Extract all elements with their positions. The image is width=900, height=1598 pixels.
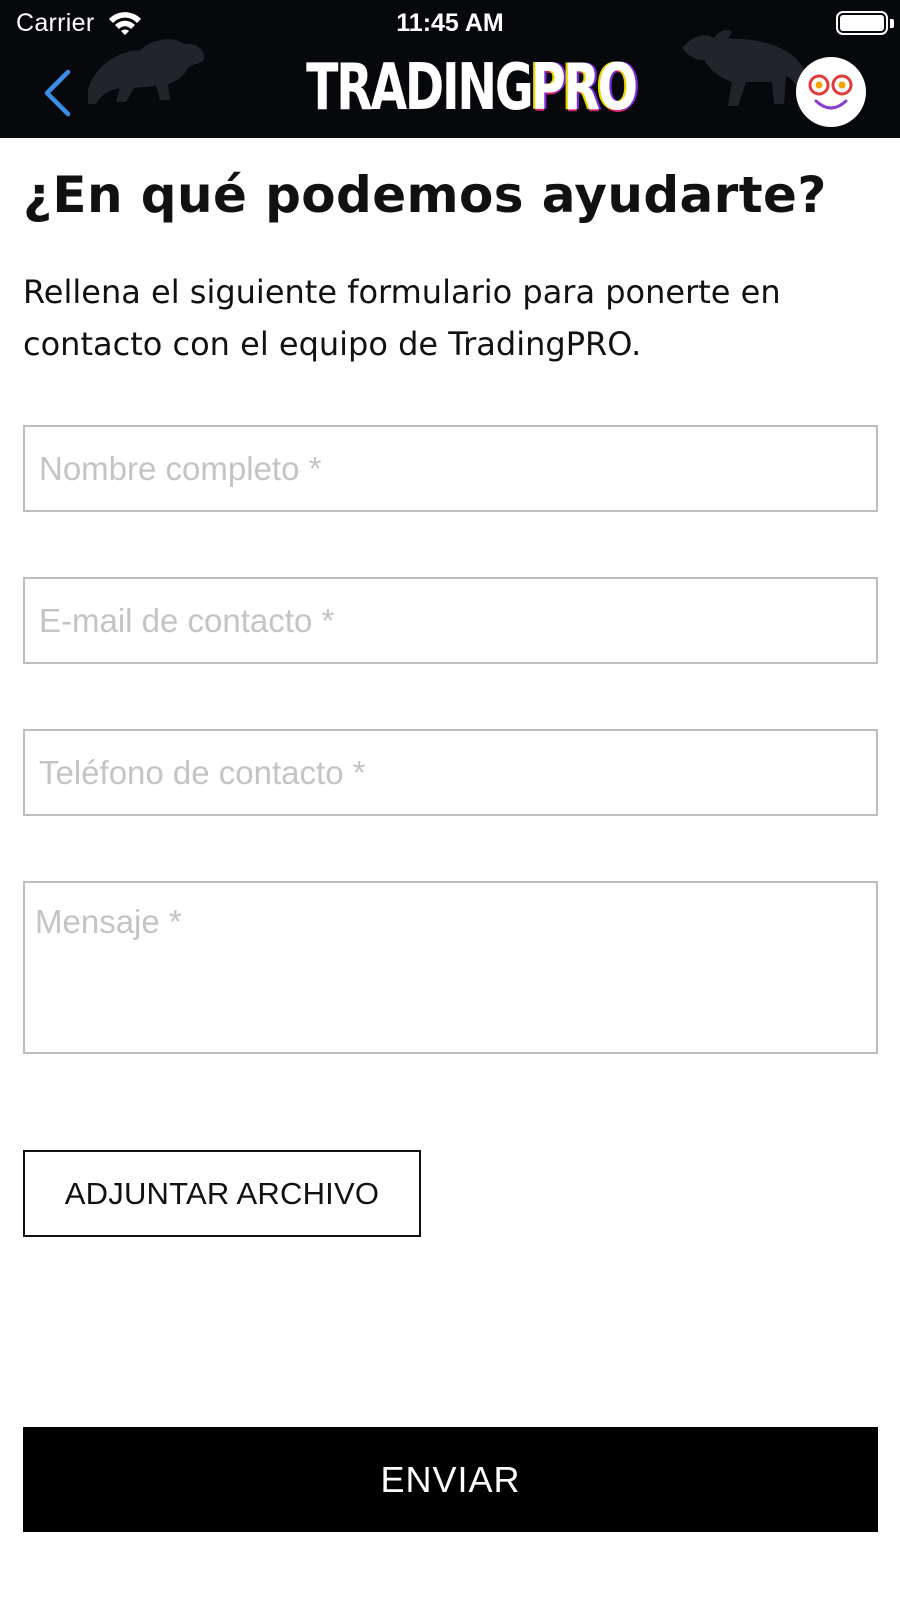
email-field[interactable] <box>23 577 878 664</box>
avatar[interactable] <box>796 57 866 127</box>
logo-text-trading: TRADING <box>306 51 534 125</box>
battery-icon <box>836 11 888 35</box>
phone-field[interactable] <box>23 729 878 816</box>
submit-button[interactable]: ENVIAR <box>23 1427 878 1532</box>
status-bar: Carrier 11:45 AM <box>0 0 900 46</box>
battery-cap <box>890 19 894 28</box>
page-title: ¿En qué podemos ayudarte? <box>23 166 827 224</box>
clock-time: 11:45 AM <box>396 9 504 37</box>
contact-screen: Carrier 11:45 AM TRADINGPRO ¿En qué pode… <box>0 0 900 1598</box>
page-description: Rellena el siguiente formulario para pon… <box>23 273 781 363</box>
logo-text-pro: PRO <box>531 51 638 125</box>
full-name-field[interactable] <box>23 425 878 512</box>
message-field[interactable] <box>23 881 878 1054</box>
attach-file-button[interactable]: ADJUNTAR ARCHIVO <box>23 1150 421 1237</box>
app-header: Carrier 11:45 AM TRADINGPRO <box>0 0 900 138</box>
app-logo: TRADINGPRO <box>0 50 900 126</box>
smiley-face-icon <box>797 58 865 126</box>
